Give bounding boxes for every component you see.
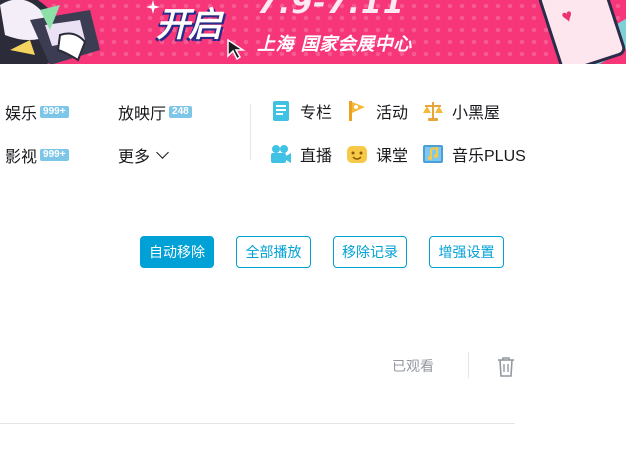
- column-icon: [270, 100, 292, 122]
- music-icon: [422, 143, 444, 165]
- nav-item-label: 专栏: [300, 105, 333, 122]
- classroom-icon: [346, 143, 368, 165]
- nav-item-cinema[interactable]: 放映厅 248: [118, 100, 192, 124]
- nav-item-activity[interactable]: 活动: [346, 99, 408, 123]
- remove-records-button[interactable]: 移除记录: [333, 236, 407, 268]
- nav-item-music-plus[interactable]: 音乐PLUS: [422, 142, 526, 166]
- list-divider: [0, 423, 515, 424]
- nav-item-more[interactable]: 更多: [118, 143, 169, 167]
- nav-item-entertainment[interactable]: 娱乐 999+: [5, 100, 69, 124]
- cursor-icon: [227, 38, 246, 60]
- nav-item-label: 课堂: [376, 148, 409, 165]
- nav-item-label: 小黑屋: [452, 105, 501, 122]
- banner-card-decoration: [536, 0, 626, 64]
- watched-label: 已观看: [392, 358, 434, 374]
- activity-flag-icon: [346, 100, 368, 122]
- nav-item-label: 娱乐: [5, 106, 38, 123]
- toolbar-divider: [468, 352, 469, 378]
- banner-date: 7.9-7.11: [257, 0, 405, 21]
- play-all-button[interactable]: 全部播放: [236, 236, 311, 268]
- nav-item-label: 音乐PLUS: [452, 148, 526, 165]
- count-badge: 248: [169, 106, 192, 118]
- trash-icon[interactable]: [496, 356, 516, 378]
- chevron-down-icon: [156, 146, 169, 159]
- nav-item-live[interactable]: 直播: [270, 142, 332, 166]
- nav-item-classroom[interactable]: 课堂: [346, 142, 408, 166]
- nav-divider: [250, 104, 251, 160]
- live-camera-icon: [270, 143, 292, 165]
- count-badge: 999+: [40, 106, 69, 118]
- nav-item-film-tv[interactable]: 影视 999+: [5, 143, 69, 167]
- nav-item-label: 直播: [300, 148, 333, 165]
- mascot-illustration: [0, 0, 100, 64]
- promo-banner[interactable]: 开启 7.9-7.11 上海 国家会展中心 ♥: [0, 0, 626, 64]
- nav-item-label: 活动: [376, 105, 409, 122]
- nav-item-label: 放映厅: [118, 106, 167, 123]
- nav-item-blackroom[interactable]: 小黑屋: [422, 99, 500, 123]
- banner-venue: 上海 国家会展中心: [257, 34, 412, 55]
- auto-remove-button[interactable]: 自动移除: [140, 236, 214, 268]
- nav-item-label: 更多: [118, 149, 151, 166]
- nav-item-label: 影视: [5, 149, 38, 166]
- scales-icon: [422, 100, 444, 122]
- nav-item-column[interactable]: 专栏: [270, 99, 332, 123]
- sparkle-icon: [146, 0, 160, 14]
- enhanced-settings-button[interactable]: 增强设置: [429, 236, 504, 268]
- count-badge: 999+: [40, 149, 69, 161]
